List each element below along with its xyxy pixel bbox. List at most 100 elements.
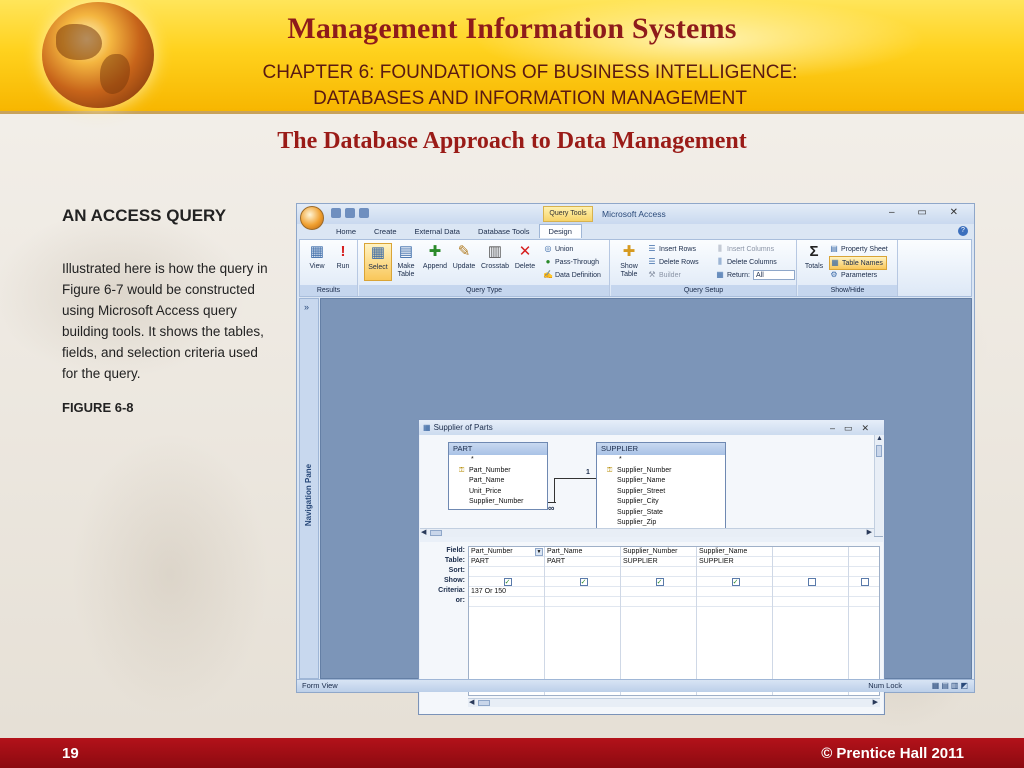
row-label-or: or: bbox=[455, 597, 465, 604]
delete-query-button[interactable]: ✕ Delete bbox=[511, 243, 539, 271]
field-list-item[interactable]: Part_Name bbox=[449, 476, 547, 487]
grid-or-cell[interactable] bbox=[469, 597, 544, 607]
field-list-item[interactable]: * bbox=[597, 455, 725, 466]
show-checkbox-checked[interactable]: ✓ bbox=[655, 578, 664, 586]
totals-button[interactable]: Σ Totals bbox=[800, 243, 828, 271]
grid-or-cell[interactable] bbox=[621, 597, 696, 607]
grid-criteria-cell[interactable]: 137 Or 150 bbox=[469, 587, 544, 597]
update-button[interactable]: ✎ Update bbox=[450, 243, 478, 271]
grid-field-cell[interactable] bbox=[849, 547, 879, 557]
grid-criteria-cell[interactable] bbox=[697, 587, 772, 597]
builder-button[interactable]: ⚒ Builder bbox=[647, 269, 680, 281]
table-names-button[interactable]: ▦ Table Names bbox=[829, 256, 887, 270]
grid-sort-cell[interactable] bbox=[697, 567, 772, 577]
field-list-item[interactable]: Supplier_State bbox=[597, 508, 725, 519]
show-checkbox-checked[interactable]: ✓ bbox=[731, 578, 740, 586]
show-checkbox-unchecked[interactable] bbox=[807, 578, 816, 586]
grid-or-cell[interactable] bbox=[545, 597, 620, 607]
scroll-left-arrow-icon[interactable]: ◀ bbox=[421, 528, 426, 536]
append-button[interactable]: ✚ Append bbox=[421, 243, 449, 271]
save-icon[interactable] bbox=[331, 208, 341, 218]
grid-criteria-cell[interactable] bbox=[621, 587, 696, 597]
grid-sort-cell[interactable] bbox=[849, 567, 879, 577]
grid-field-cell[interactable]: Supplier_Name bbox=[697, 547, 772, 557]
tab-create[interactable]: Create bbox=[365, 224, 406, 239]
tab-home[interactable]: Home bbox=[327, 224, 365, 239]
scroll-left-arrow-icon[interactable]: ◀ bbox=[469, 698, 474, 706]
data-definition-button[interactable]: ✍ Data Definition bbox=[543, 269, 601, 281]
scroll-thumb[interactable] bbox=[876, 445, 882, 457]
delete-rows-button[interactable]: ☰ Delete Rows bbox=[647, 256, 698, 268]
office-button[interactable] bbox=[300, 206, 324, 230]
grid-table-cell[interactable]: PART bbox=[469, 557, 544, 567]
expand-chevron-icon[interactable]: » bbox=[304, 302, 309, 312]
window-controls[interactable]: – ▭ ✕ bbox=[889, 207, 968, 218]
grid-sort-cell[interactable] bbox=[773, 567, 848, 577]
return-dropdown[interactable]: All bbox=[752, 270, 795, 281]
grid-field-cell[interactable] bbox=[773, 547, 848, 557]
show-checkbox-unchecked[interactable] bbox=[861, 578, 869, 586]
pass-through-button[interactable]: ● Pass-Through bbox=[543, 256, 599, 268]
field-list-item[interactable]: Supplier_Name bbox=[597, 476, 725, 487]
chevron-down-icon[interactable]: ▼ bbox=[535, 548, 543, 556]
select-query-button[interactable]: ▦ Select bbox=[364, 243, 392, 281]
table-box-part[interactable]: PART * Part_Number Part_Name Unit_Price … bbox=[448, 442, 548, 510]
field-list-item[interactable]: Supplier_Number bbox=[449, 497, 547, 508]
grid-table-cell[interactable] bbox=[773, 557, 848, 567]
grid-criteria-cell[interactable] bbox=[773, 587, 848, 597]
table-box-supplier[interactable]: SUPPLIER * Supplier_Number Supplier_Name… bbox=[596, 442, 726, 532]
undo-icon[interactable] bbox=[345, 208, 355, 218]
grid-table-cell[interactable]: SUPPLIER bbox=[621, 557, 696, 567]
show-checkbox-checked[interactable]: ✓ bbox=[503, 578, 512, 586]
grid-field-cell[interactable]: Supplier_Number bbox=[621, 547, 696, 557]
grid-or-cell[interactable] bbox=[773, 597, 848, 607]
tab-database-tools[interactable]: Database Tools bbox=[469, 224, 539, 239]
grid-sort-cell[interactable] bbox=[545, 567, 620, 577]
field-list-item[interactable]: Part_Number bbox=[449, 466, 547, 477]
grid-criteria-cell[interactable] bbox=[545, 587, 620, 597]
grid-or-cell[interactable] bbox=[849, 597, 879, 607]
navigation-pane[interactable]: » Navigation Pane bbox=[299, 298, 319, 679]
scroll-thumb[interactable] bbox=[478, 700, 490, 706]
grid-horizontal-scrollbar[interactable]: ◀ ▶ bbox=[468, 698, 880, 707]
insert-columns-button[interactable]: ⫼ Insert Columns bbox=[715, 243, 774, 255]
grid-sort-cell[interactable] bbox=[469, 567, 544, 577]
make-table-button[interactable]: ▤ Make Table bbox=[392, 243, 420, 279]
scroll-right-arrow-icon[interactable]: ▶ bbox=[867, 528, 872, 536]
tab-external-data[interactable]: External Data bbox=[406, 224, 469, 239]
grid-criteria-cell[interactable] bbox=[849, 587, 879, 597]
redo-icon[interactable] bbox=[359, 208, 369, 218]
query-window-controls[interactable]: –▭✕ bbox=[830, 421, 878, 436]
table-pane-vertical-scrollbar[interactable]: ▲ bbox=[874, 435, 883, 536]
table-pane-horizontal-scrollbar[interactable]: ◀ ▶ bbox=[420, 528, 874, 537]
show-checkbox-checked[interactable]: ✓ bbox=[579, 578, 588, 586]
grid-or-cell[interactable] bbox=[697, 597, 772, 607]
grid-field-cell[interactable]: Part_Name bbox=[545, 547, 620, 557]
grid-table-cell[interactable]: SUPPLIER bbox=[697, 557, 772, 567]
view-switcher-icons[interactable]: ▦▤▥◩ bbox=[932, 681, 970, 690]
field-list-item[interactable]: Supplier_City bbox=[597, 497, 725, 508]
help-icon[interactable]: ? bbox=[958, 226, 968, 236]
field-list-item[interactable]: * bbox=[449, 455, 547, 466]
run-button[interactable]: ! Run bbox=[329, 243, 357, 271]
property-sheet-button[interactable]: ▤ Property Sheet bbox=[829, 243, 887, 255]
show-table-button[interactable]: ✚ Show Table bbox=[615, 243, 643, 279]
scroll-up-arrow-icon[interactable]: ▲ bbox=[876, 435, 883, 442]
insert-rows-button[interactable]: ☰ Insert Rows bbox=[647, 243, 696, 255]
grid-table-cell[interactable] bbox=[849, 557, 879, 567]
scroll-thumb[interactable] bbox=[430, 530, 442, 536]
scroll-right-arrow-icon[interactable]: ▶ bbox=[873, 698, 878, 706]
field-list-item[interactable]: Supplier_Number bbox=[597, 466, 725, 477]
tab-design[interactable]: Design bbox=[538, 224, 582, 238]
field-list-item[interactable]: Unit_Price bbox=[449, 487, 547, 498]
grid-sort-cell[interactable] bbox=[621, 567, 696, 577]
crosstab-button[interactable]: ▥ Crosstab bbox=[479, 243, 511, 271]
grid-field-cell[interactable]: Part_Number ▼ bbox=[469, 547, 544, 557]
field-list-item[interactable]: Supplier_Zip bbox=[597, 518, 725, 529]
union-button[interactable]: ◎ Union bbox=[543, 243, 574, 255]
field-list-item[interactable]: Supplier_Street bbox=[597, 487, 725, 498]
view-button[interactable]: ▦ View bbox=[303, 243, 331, 271]
parameters-button[interactable]: ⚙ Parameters bbox=[829, 269, 877, 281]
grid-table-cell[interactable]: PART bbox=[545, 557, 620, 567]
delete-columns-button[interactable]: ⫼ Delete Columns bbox=[715, 256, 777, 268]
